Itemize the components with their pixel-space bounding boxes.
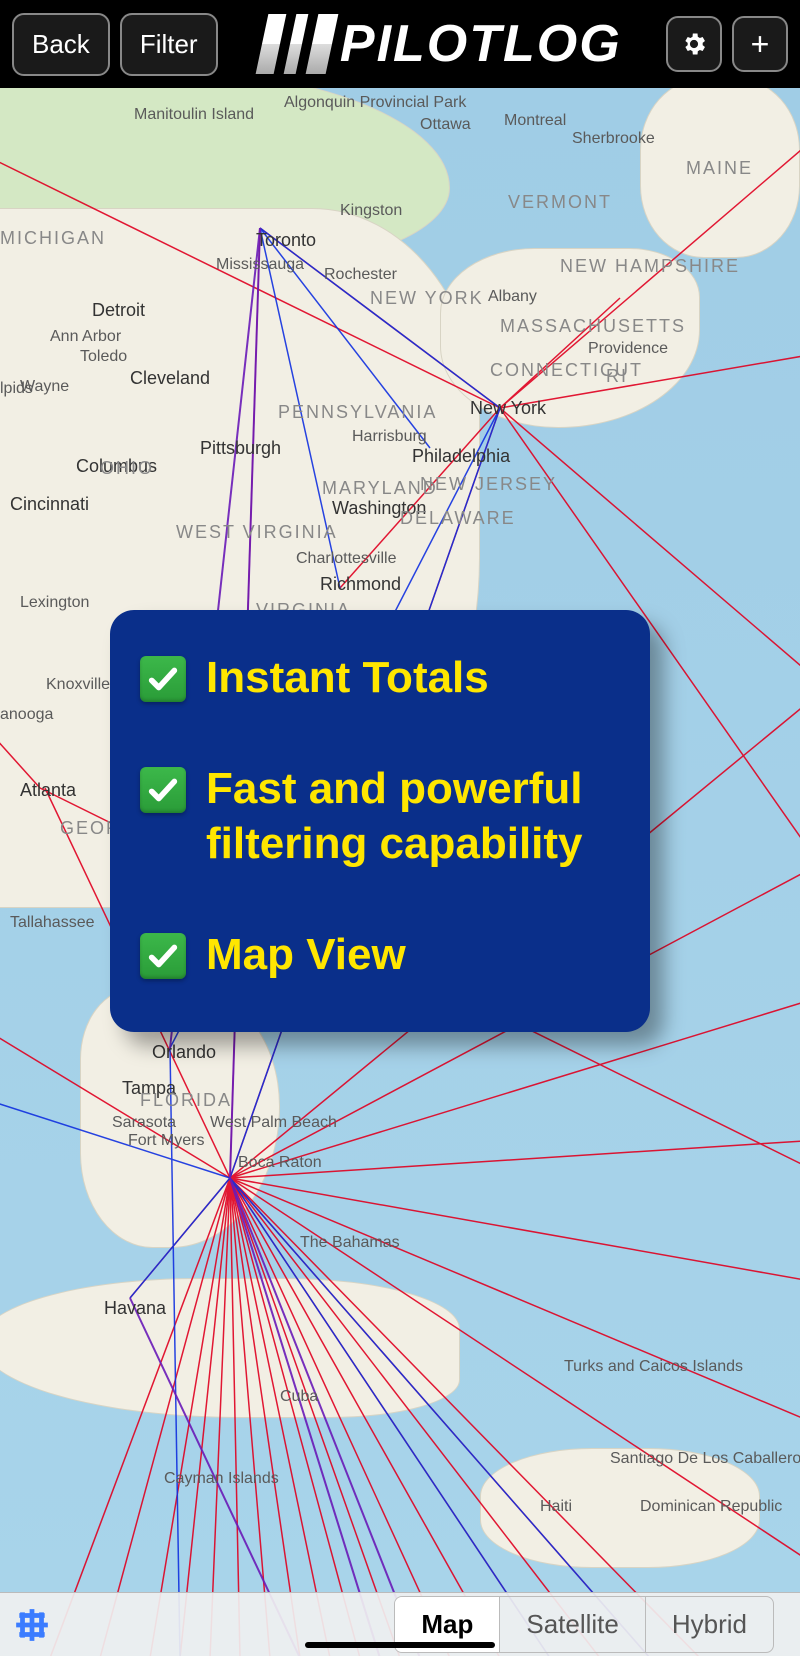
grid-icon <box>13 1606 51 1644</box>
city-label: The Bahamas <box>300 1234 400 1252</box>
state-label: NEW HAMPSHIRE <box>560 256 740 277</box>
logo-icon <box>256 14 339 74</box>
grid-button[interactable] <box>0 1606 64 1644</box>
city-label: Tallahassee <box>10 914 95 932</box>
state-label: NEW YORK <box>370 288 484 309</box>
land-cuba <box>0 1278 460 1418</box>
plus-icon: + <box>751 28 770 60</box>
state-label: NEW JERSEY <box>420 474 557 495</box>
state-label: DELAWARE <box>400 508 516 529</box>
home-indicator <box>305 1642 495 1648</box>
city-label: Turks and Caicos Islands <box>564 1358 743 1376</box>
state-label: PENNSYLVANIA <box>278 402 437 423</box>
check-icon <box>140 767 186 813</box>
tab-satellite[interactable]: Satellite <box>500 1597 646 1652</box>
city-label: Ottawa <box>420 116 471 134</box>
top-toolbar: Back Filter PILOTLOG + <box>0 0 800 88</box>
app-title: PILOTLOG <box>340 14 622 74</box>
state-label: FLORIDA <box>140 1090 232 1111</box>
state-label: MASSACHUSETTS <box>500 316 686 337</box>
state-label: MAINE <box>686 158 753 179</box>
filter-button[interactable]: Filter <box>120 13 218 76</box>
feature-text: Instant Totals <box>206 650 489 705</box>
feature-item: Instant Totals <box>140 650 620 705</box>
add-button[interactable]: + <box>732 16 788 72</box>
app-logo: PILOTLOG <box>228 14 656 74</box>
feature-item: Fast and powerful filtering capability <box>140 761 620 871</box>
land-hispaniola <box>480 1448 760 1568</box>
city-label: Montreal <box>504 112 566 130</box>
state-label: MICHIGAN <box>0 228 106 249</box>
back-button[interactable]: Back <box>12 13 110 76</box>
feature-item: Map View <box>140 927 620 982</box>
feature-card: Instant Totals Fast and powerful filteri… <box>110 610 650 1032</box>
check-icon <box>140 656 186 702</box>
state-label: WEST VIRGINIA <box>176 522 338 543</box>
state-label: OHIO <box>100 458 154 479</box>
state-label: VERMONT <box>508 192 612 213</box>
city-label: Cayman Islands <box>164 1470 279 1488</box>
feature-text: Fast and powerful filtering capability <box>206 761 620 871</box>
state-label: RI <box>606 366 628 387</box>
gear-icon <box>680 30 708 58</box>
check-icon <box>140 933 186 979</box>
feature-text: Map View <box>206 927 406 982</box>
settings-button[interactable] <box>666 16 722 72</box>
tab-hybrid[interactable]: Hybrid <box>646 1597 773 1652</box>
map-view[interactable]: OttawaMontrealSherbrookeKingstonTorontoM… <box>0 88 800 1656</box>
